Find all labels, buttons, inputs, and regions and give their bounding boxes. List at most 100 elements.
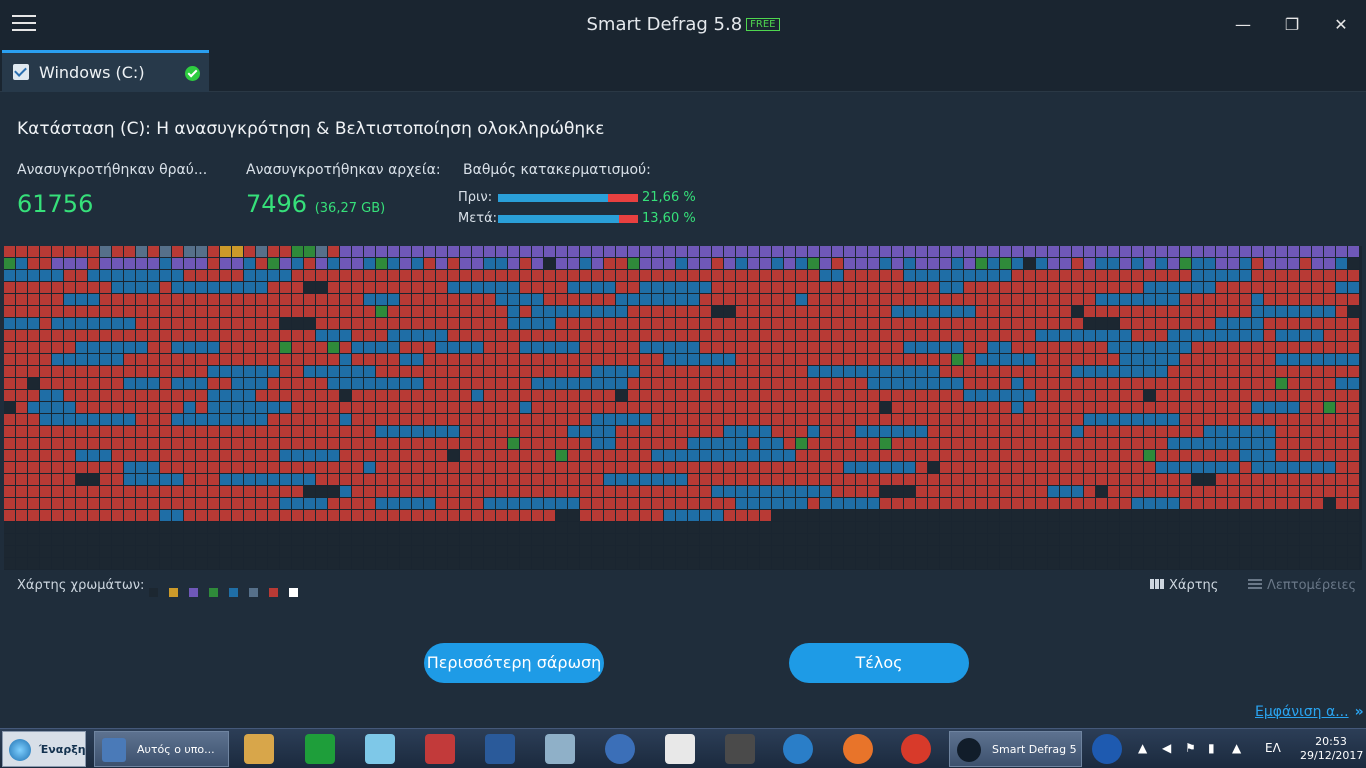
paint-icon[interactable]	[244, 734, 274, 764]
cluster-block	[1108, 558, 1119, 569]
close-button[interactable]: ✕	[1326, 12, 1356, 38]
taskbar-smart-defrag[interactable]: Smart Defrag 5	[949, 731, 1082, 767]
cluster-block	[40, 450, 51, 461]
drive-tab-c[interactable]: Windows (C:)	[2, 50, 209, 92]
cluster-block	[1096, 390, 1107, 401]
signal-icon[interactable]: ▲	[1232, 741, 1241, 755]
rescan-button[interactable]: Περισσότερη σάρωση	[424, 643, 604, 683]
cluster-block	[340, 546, 351, 557]
cluster-block	[904, 546, 915, 557]
cluster-block	[592, 486, 603, 497]
cluster-block	[352, 414, 363, 425]
cluster-block	[628, 258, 639, 269]
cluster-block	[400, 522, 411, 533]
battery-icon[interactable]: ▮	[1208, 741, 1215, 755]
cluster-block	[1000, 498, 1011, 509]
show-more-link[interactable]: Εμφάνιση α...»	[1255, 704, 1364, 720]
notes-icon[interactable]	[365, 734, 395, 764]
cluster-block	[160, 462, 171, 473]
cluster-block	[688, 294, 699, 305]
cluster-block	[124, 390, 135, 401]
cluster-block	[856, 438, 867, 449]
cluster-block	[1192, 294, 1203, 305]
media-player-icon[interactable]	[725, 734, 755, 764]
cluster-block	[100, 354, 111, 365]
cluster-block	[208, 330, 219, 341]
cluster-block	[412, 318, 423, 329]
flag-icon[interactable]	[665, 734, 695, 764]
cluster-block	[928, 402, 939, 413]
cluster-block	[1108, 306, 1119, 317]
cluster-block	[88, 318, 99, 329]
store-icon[interactable]	[305, 734, 335, 764]
cluster-block	[796, 282, 807, 293]
chrome-icon[interactable]	[901, 734, 931, 764]
cluster-block	[580, 546, 591, 557]
cluster-block	[580, 294, 591, 305]
cluster-block	[1312, 522, 1323, 533]
map-view-button[interactable]: Χάρτης	[1150, 578, 1218, 593]
cluster-block	[808, 402, 819, 413]
cluster-block	[856, 558, 867, 569]
reader-icon[interactable]	[545, 734, 575, 764]
action-flag-icon[interactable]: ⚑	[1185, 741, 1196, 755]
cluster-block	[364, 294, 375, 305]
cluster-block	[1180, 342, 1191, 353]
cluster-block	[196, 390, 207, 401]
cluster-block	[964, 318, 975, 329]
maximize-button[interactable]: ❐	[1277, 12, 1307, 38]
minimize-button[interactable]: —	[1228, 12, 1258, 38]
cluster-block	[220, 414, 231, 425]
cluster-block	[280, 546, 291, 557]
details-view-button[interactable]: Λεπτομέρειες	[1248, 578, 1356, 593]
cluster-block	[160, 522, 171, 533]
cluster-block	[244, 402, 255, 413]
network-icon[interactable]	[485, 734, 515, 764]
tray-arrow-icon[interactable]: ▲	[1138, 741, 1147, 755]
cluster-block	[376, 354, 387, 365]
cluster-block	[676, 510, 687, 521]
cluster-block	[628, 414, 639, 425]
cluster-block	[172, 330, 183, 341]
drive-checkbox[interactable]	[13, 64, 29, 80]
cluster-block	[544, 306, 555, 317]
cluster-block	[244, 534, 255, 545]
cluster-block	[952, 246, 963, 257]
cluster-block	[136, 474, 147, 485]
cluster-block	[604, 558, 615, 569]
cluster-block	[196, 282, 207, 293]
cluster-block	[580, 378, 591, 389]
cluster-block	[784, 522, 795, 533]
cluster-block	[1144, 498, 1155, 509]
firefox-icon[interactable]	[843, 734, 873, 764]
cluster-block	[748, 414, 759, 425]
cluster-block	[688, 414, 699, 425]
cluster-block	[1156, 366, 1167, 377]
wifi-icon[interactable]	[783, 734, 813, 764]
cluster-block	[688, 462, 699, 473]
cluster-block	[292, 450, 303, 461]
taskbar-explorer[interactable]: Αυτός ο υπο...	[94, 731, 229, 767]
cluster-block	[244, 294, 255, 305]
volume-icon[interactable]: ◀	[1162, 741, 1171, 755]
cluster-block	[1132, 270, 1143, 281]
cluster-block	[544, 462, 555, 473]
cluster-block	[1132, 414, 1143, 425]
download-icon[interactable]	[425, 734, 455, 764]
cluster-block	[472, 498, 483, 509]
help-icon[interactable]	[1092, 734, 1122, 764]
cluster-block	[292, 342, 303, 353]
cluster-block	[604, 246, 615, 257]
cluster-block	[184, 366, 195, 377]
finish-button[interactable]: Τέλος	[789, 643, 969, 683]
clock[interactable]: 20:53 29/12/2017	[1300, 735, 1363, 763]
cluster-block	[508, 438, 519, 449]
start-button[interactable]: Έναρξη	[2, 731, 86, 767]
cluster-block	[304, 414, 315, 425]
cluster-block	[196, 294, 207, 305]
cluster-block	[676, 270, 687, 281]
cluster-block	[1192, 546, 1203, 557]
qbittorrent-icon[interactable]	[605, 734, 635, 764]
cluster-block	[1072, 450, 1083, 461]
language-indicator[interactable]: ΕΛ	[1265, 741, 1281, 755]
